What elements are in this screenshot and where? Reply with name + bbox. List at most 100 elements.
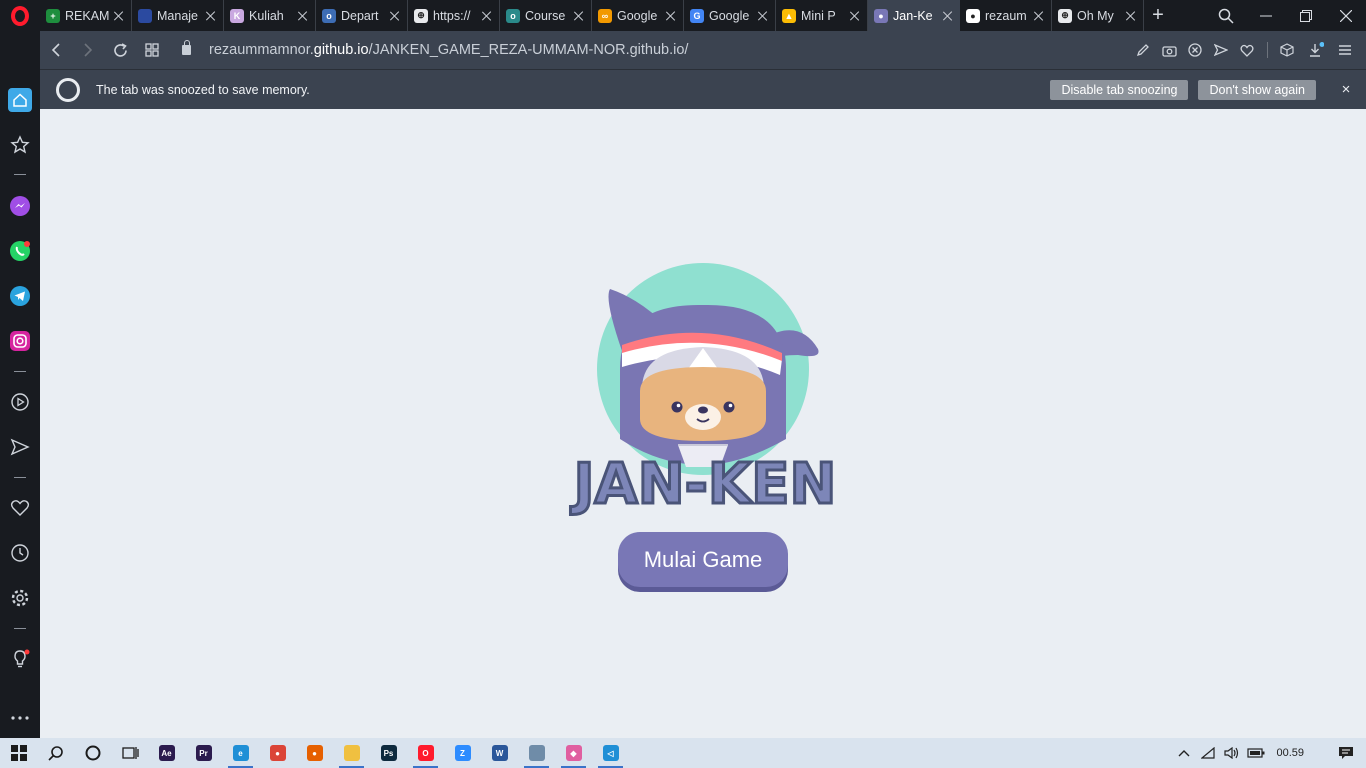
tab-6[interactable]: o Course <box>500 0 592 31</box>
chrome-icon: ● <box>269 745 286 761</box>
taskbar-app-ps[interactable]: Ps <box>370 738 407 768</box>
tab-close-icon[interactable] <box>849 10 861 22</box>
cortana-button[interactable] <box>74 738 111 768</box>
adblock-button[interactable] <box>1182 31 1208 69</box>
downloads-button[interactable] <box>1300 31 1332 69</box>
start-game-button[interactable]: Mulai Game <box>618 532 788 587</box>
tab-7[interactable]: ∞ Google <box>592 0 684 31</box>
url-domain-main: github.io <box>313 42 369 58</box>
forward-button[interactable] <box>72 31 104 69</box>
edit-button[interactable] <box>1130 31 1156 69</box>
tab-1[interactable]: + REKAM <box>40 0 132 31</box>
star-icon <box>10 135 30 154</box>
tab-8[interactable]: G Google <box>684 0 776 31</box>
tab-9[interactable]: ▲ Mini P <box>776 0 868 31</box>
chevron-up-icon <box>1178 750 1190 757</box>
network-button[interactable] <box>1196 738 1220 768</box>
telegram-button[interactable] <box>8 284 32 308</box>
tab-5[interactable]: ⊕ https:// <box>408 0 500 31</box>
more-icon <box>11 716 29 720</box>
taskbar-app-word[interactable]: W <box>481 738 518 768</box>
close-infobar-button[interactable]: × <box>1326 81 1366 98</box>
tab-close-icon[interactable] <box>757 10 769 22</box>
taskbar-app-opera[interactable]: O <box>407 738 444 768</box>
tab-overview-button[interactable] <box>136 31 168 69</box>
play-icon <box>11 393 29 411</box>
instagram-button[interactable] <box>8 329 32 353</box>
tab-close-icon[interactable] <box>297 10 309 22</box>
settings-button[interactable] <box>8 586 32 610</box>
flow-button[interactable] <box>8 435 32 459</box>
taskbar-app-zoom[interactable]: Z <box>444 738 481 768</box>
tab-close-icon[interactable] <box>1033 10 1045 22</box>
taskbar-app-ae[interactable]: Ae <box>148 738 185 768</box>
player-button[interactable] <box>8 390 32 414</box>
reload-button[interactable] <box>104 31 136 69</box>
tab-close-icon[interactable] <box>113 10 125 22</box>
taskbar-app-explorer[interactable] <box>333 738 370 768</box>
tab-title: Google <box>709 8 750 23</box>
tab-close-icon[interactable] <box>665 10 677 22</box>
app-icon: ◆ <box>565 745 582 761</box>
opera-menu-button[interactable] <box>0 0 40 31</box>
history-button[interactable] <box>8 541 32 565</box>
taskbar-app-app[interactable]: ◆ <box>555 738 592 768</box>
whatsapp-button[interactable] <box>8 239 32 263</box>
block-icon <box>1188 43 1202 57</box>
bookmarks-button[interactable] <box>8 133 32 157</box>
taskbar-app-vscode[interactable]: ◁ <box>592 738 629 768</box>
tab-2[interactable]: Manaje <box>132 0 224 31</box>
send-to-flow-button[interactable] <box>1208 31 1234 69</box>
messenger-button[interactable] <box>8 194 32 218</box>
more-button[interactable] <box>8 706 32 730</box>
tab-favicon-icon: ● <box>874 8 888 23</box>
start-button[interactable] <box>0 738 37 768</box>
volume-button[interactable] <box>1220 738 1244 768</box>
taskbar-app-pr[interactable]: Pr <box>185 738 222 768</box>
battery-button[interactable] <box>1244 738 1268 768</box>
tab-close-icon[interactable] <box>573 10 585 22</box>
tab-close-icon[interactable] <box>942 10 954 22</box>
tab-11[interactable]: ● rezaum <box>960 0 1052 31</box>
search-tabs-button[interactable] <box>1206 0 1246 31</box>
back-button[interactable] <box>40 31 72 69</box>
close-window-button[interactable] <box>1326 0 1366 31</box>
pinboards-button[interactable] <box>8 496 32 520</box>
tab-close-icon[interactable] <box>389 10 401 22</box>
show-hidden-icons-button[interactable] <box>1172 738 1196 768</box>
tips-button[interactable] <box>8 647 32 671</box>
speaker-icon <box>1224 747 1239 759</box>
tab-title: Manaje <box>157 8 198 23</box>
tab-close-icon[interactable] <box>205 10 217 22</box>
close-icon <box>1340 9 1352 22</box>
taskbar-app-notepad[interactable] <box>518 738 555 768</box>
action-center-button[interactable] <box>1326 738 1366 768</box>
taskbar-app-firefox[interactable]: ● <box>296 738 333 768</box>
task-view-button[interactable] <box>111 738 148 768</box>
new-tab-button[interactable]: + <box>1144 0 1172 31</box>
disable-snoozing-button[interactable]: Disable tab snoozing <box>1050 79 1189 100</box>
tab-3[interactable]: K Kuliah <box>224 0 316 31</box>
opera-icon: O <box>417 745 434 761</box>
tab-favicon-icon: o <box>506 8 520 23</box>
ae-icon: Ae <box>158 745 175 761</box>
bookmark-heart-button[interactable] <box>1234 31 1260 69</box>
tab-close-icon[interactable] <box>481 10 493 22</box>
restore-button[interactable] <box>1286 0 1326 31</box>
speed-dial-button[interactable] <box>8 88 32 112</box>
tab-close-icon[interactable] <box>1125 10 1137 22</box>
taskbar-app-chrome[interactable]: ● <box>259 738 296 768</box>
tab-title: Jan-Ke <box>893 8 933 23</box>
search-button[interactable] <box>37 738 74 768</box>
taskbar-app-edge[interactable]: e <box>222 738 259 768</box>
snapshot-button[interactable] <box>1156 31 1182 69</box>
extensions-button[interactable] <box>1274 31 1300 69</box>
minimize-button[interactable] <box>1246 0 1286 31</box>
easy-setup-button[interactable] <box>1332 31 1358 69</box>
dont-show-again-button[interactable]: Don't show again <box>1198 79 1316 100</box>
tab-4[interactable]: o Depart <box>316 0 408 31</box>
tab-12[interactable]: ⊕ Oh My <box>1052 0 1144 31</box>
clock[interactable]: 00.59 <box>1268 747 1326 759</box>
tab-10[interactable]: ● Jan-Ke <box>868 0 960 31</box>
url-field[interactable]: rezaummamnor. github.io/JANKEN_GAME_REZA-… <box>182 40 688 58</box>
